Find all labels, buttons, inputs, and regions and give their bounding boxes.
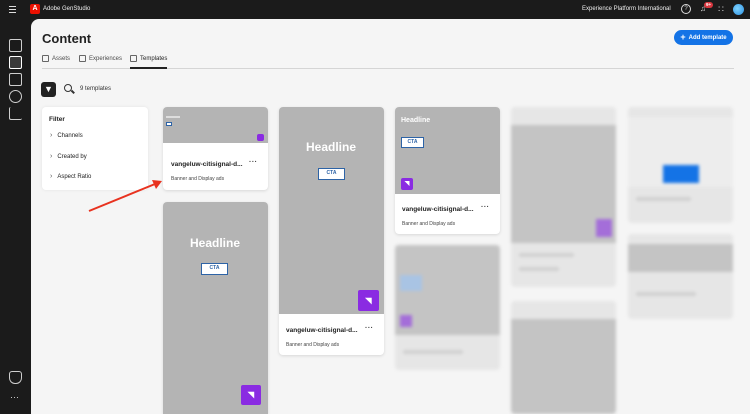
filter-channels[interactable]: › Channels xyxy=(50,132,83,139)
template-card[interactable]: Headline CTA ◥ xyxy=(163,202,268,414)
template-type-icon xyxy=(257,134,264,141)
filter-panel: Filter › Channels › Created by › Aspect … xyxy=(42,107,148,190)
help-icon[interactable]: ? xyxy=(681,4,691,14)
add-template-label: Add template xyxy=(688,34,727,41)
template-count: 9 templates xyxy=(80,86,112,92)
home-icon[interactable] xyxy=(9,39,22,52)
template-card-blurred xyxy=(511,107,616,287)
filter-label: Created by xyxy=(57,154,87,160)
menu-icon[interactable] xyxy=(9,6,16,15)
cta-button-preview: CTA xyxy=(201,263,228,275)
top-bar: A Adobe GenStudio Experience Platform In… xyxy=(0,0,750,19)
more-icon[interactable]: ··· xyxy=(10,392,19,402)
tab-label: Assets xyxy=(52,56,71,62)
adobe-logo: A xyxy=(30,4,40,14)
chevron-right-icon: › xyxy=(50,173,53,180)
notification-badge: 9+ xyxy=(704,2,714,8)
card-title: vangeluw-citisignal-d... xyxy=(402,206,474,213)
analytics-icon[interactable] xyxy=(9,107,22,120)
filter-label: Channels xyxy=(57,133,83,139)
tab-templates[interactable]: Templates xyxy=(130,55,168,69)
filter-icon[interactable]: ▼ xyxy=(41,82,56,97)
chevron-right-icon: › xyxy=(50,132,53,139)
more-options-icon[interactable]: ··· xyxy=(481,204,490,211)
template-card-blurred xyxy=(628,234,733,319)
filter-title: Filter xyxy=(49,116,65,123)
template-thumbnail: Headline CTA ◥ xyxy=(163,202,268,414)
templates-icon xyxy=(130,55,137,62)
filter-created-by[interactable]: › Created by xyxy=(50,153,87,160)
template-card[interactable]: vangeluw-citisignal-d... ··· Banner and … xyxy=(163,107,268,190)
assets-icon xyxy=(42,55,49,62)
page-title: Content xyxy=(42,31,92,46)
card-title: vangeluw-citisignal-d... xyxy=(286,327,358,334)
headline-text: Headline xyxy=(190,236,241,250)
template-card-blurred xyxy=(395,245,500,370)
cta-button-preview: CTA xyxy=(318,168,345,180)
tab-experiences[interactable]: Experiences xyxy=(79,55,123,69)
headline-text: Headline xyxy=(306,140,357,154)
tab-assets[interactable]: Assets xyxy=(42,55,71,69)
tab-label: Experiences xyxy=(89,56,123,62)
card-channel: Banner and Display ads xyxy=(286,342,340,348)
search-icon[interactable] xyxy=(64,84,72,92)
avatar[interactable] xyxy=(733,4,744,15)
cta-button-preview: CTA xyxy=(401,137,424,148)
main-content: Content + Add template Assets Experience… xyxy=(31,19,750,414)
template-thumbnail xyxy=(163,107,268,143)
template-card[interactable]: Headline CTA ◥ vangeluw-citisignal-d... … xyxy=(395,107,500,234)
filter-label: Aspect Ratio xyxy=(57,174,92,180)
template-card-blurred xyxy=(511,301,616,414)
card-channel: Banner and Display ads xyxy=(402,221,456,227)
tab-label: Templates xyxy=(140,56,168,62)
template-thumbnail: Headline CTA ◥ xyxy=(279,107,384,314)
experiences-icon xyxy=(79,55,86,62)
create-icon[interactable] xyxy=(9,73,22,86)
org-switcher[interactable]: Experience Platform International xyxy=(582,6,671,12)
template-type-icon: ◥ xyxy=(241,385,261,405)
card-channel: Banner and Display ads xyxy=(171,176,225,182)
template-thumbnail: Headline CTA ◥ xyxy=(395,107,500,194)
plus-icon: + xyxy=(680,32,686,42)
chevron-right-icon: › xyxy=(50,153,53,160)
content-icon[interactable] xyxy=(9,56,22,69)
filter-aspect-ratio[interactable]: › Aspect Ratio xyxy=(50,173,92,180)
more-options-icon[interactable]: ··· xyxy=(365,325,374,332)
insights-icon[interactable] xyxy=(9,90,22,103)
card-title: vangeluw-citisignal-d... xyxy=(171,161,243,168)
template-card-blurred xyxy=(628,107,733,223)
app-name: Adobe GenStudio xyxy=(43,6,91,12)
left-rail: ··· xyxy=(0,19,31,414)
shield-icon[interactable] xyxy=(9,371,22,384)
template-type-icon: ◥ xyxy=(401,178,413,190)
add-template-button[interactable]: + Add template xyxy=(674,30,733,45)
headline-text: Headline xyxy=(401,117,431,124)
template-card[interactable]: Headline CTA ◥ vangeluw-citisignal-d... … xyxy=(279,107,384,355)
template-type-icon: ◥ xyxy=(358,290,379,311)
more-options-icon[interactable]: ··· xyxy=(249,159,258,166)
tab-bar: Assets Experiences Templates xyxy=(42,55,734,69)
apps-grid-icon[interactable]: ∷ xyxy=(716,4,726,14)
